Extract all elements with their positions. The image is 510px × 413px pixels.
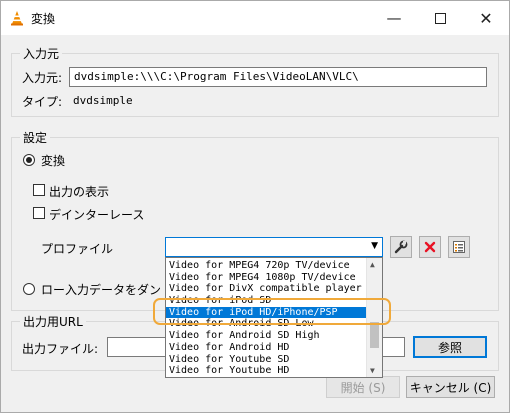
cancel-button[interactable]: キャンセル (C) [406,376,495,398]
minimize-button[interactable]: — [371,1,417,35]
settings-group-label: 設定 [20,129,51,146]
destination-file-label: 出力ファイル: [22,342,99,356]
source-group-label: 入力元 [20,45,63,62]
title-bar[interactable]: 変換 — ✕ [1,1,509,35]
close-icon: ✕ [479,8,493,28]
browse-button[interactable]: 参照 [413,336,487,358]
profile-option[interactable]: Video for DivX compatible player [166,283,367,295]
deinterlace-label: デインターレース [49,208,145,222]
scroll-down-icon: ▼ [370,366,375,375]
dump-raw-label: ロー入力データをダン [41,283,162,297]
show-output-checkbox[interactable] [33,184,45,196]
profile-option[interactable]: Video for MPEG4 720p TV/device [166,260,367,272]
scroll-up-icon: ▲ [370,260,375,269]
profile-select[interactable]: ▼ [165,237,383,257]
profile-list-icon [453,241,465,253]
convert-label: 変換 [41,154,66,168]
convert-radio[interactable] [23,154,35,166]
highlight-annotation [153,298,391,325]
chevron-down-icon: ▼ [371,241,378,251]
profile-option[interactable]: Video for Youtube SD [166,354,367,366]
profile-option[interactable]: Video for MPEG4 1080p TV/device [166,272,367,284]
maximize-button[interactable] [417,1,463,35]
dump-raw-radio[interactable] [23,283,35,295]
type-label: タイプ: [22,95,63,109]
profile-option[interactable]: Video for Android SD High [166,330,367,342]
vlc-cone-icon [11,11,23,26]
wrench-icon [394,240,408,254]
profile-option[interactable]: Video for Youtube HD [166,365,367,377]
destination-group-label: 出力用URL [20,313,86,330]
new-profile-button[interactable] [448,236,470,258]
profile-label: プロファイル [41,242,114,256]
type-value: dvdsimple [73,94,133,107]
delete-x-icon [424,241,436,253]
maximize-icon [434,12,446,24]
close-button[interactable]: ✕ [463,1,509,35]
edit-profile-button[interactable] [390,236,412,258]
source-input[interactable]: dvdsimple:\\\C:\Program Files\VideoLAN\V… [69,67,487,87]
scrollbar-thumb[interactable] [370,322,379,348]
window-title: 変換 [31,12,56,26]
deinterlace-checkbox[interactable] [33,207,45,219]
source-field-label: 入力元: [22,71,63,85]
convert-dialog: 変換 — ✕ 入力元 入力元: dvdsimple:\\\C:\Program … [0,0,510,413]
profile-option[interactable]: Video for Android HD [166,342,367,354]
minimize-icon: — [386,9,402,27]
delete-profile-button[interactable] [419,236,441,258]
show-output-label: 出力の表示 [49,185,110,199]
start-button[interactable]: 開始 (S) [326,376,400,398]
